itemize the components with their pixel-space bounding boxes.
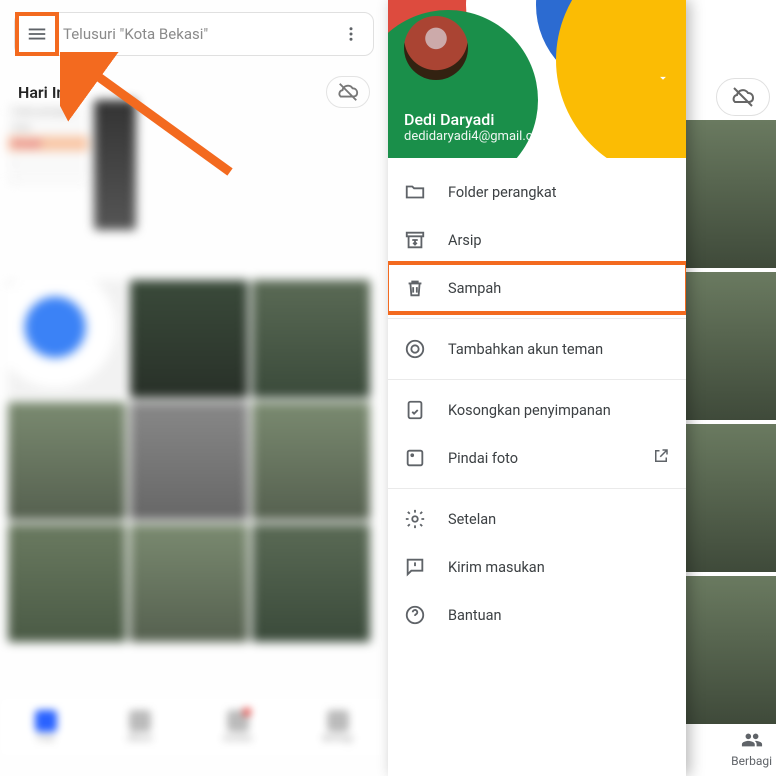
menu-free-up-space[interactable]: Kosongkan penyimpanan [388, 386, 686, 434]
menu-feedback[interactable]: Kirim masukan [388, 543, 686, 591]
blurred-grid: Folder perangkat Arsip Sampah ... ... [0, 100, 388, 696]
menu-add-partner[interactable]: Tambahkan akun teman [388, 325, 686, 373]
hamburger-highlight[interactable] [15, 12, 59, 56]
menu-label: Folder perangkat [448, 184, 557, 201]
folder-icon [404, 181, 426, 203]
nav-share[interactable]: Berbagi [322, 710, 353, 744]
menu-trash[interactable]: Sampah [388, 264, 686, 312]
menu-label: Sampah [448, 280, 501, 297]
left-screenshot: Telusuri "Kota Bekasi" Hari Ini Folder p… [0, 0, 388, 776]
archive-icon [404, 229, 426, 251]
avatar[interactable] [404, 16, 468, 80]
menu-icon [26, 23, 48, 45]
scan-icon [404, 447, 426, 469]
feedback-icon [404, 556, 426, 578]
menu-label: Pindai foto [448, 450, 518, 467]
nav-album[interactable]: Album [127, 710, 153, 744]
right-screenshot: Berbagi Dedi Daryadi dedidaryadi4@gmail.… [388, 0, 776, 776]
navigation-drawer: Dedi Daryadi dedidaryadi4@gmail.com Fold… [388, 0, 686, 776]
more-vert-icon [342, 25, 360, 43]
bottom-nav: Foto Album Asisten Berbagi [0, 698, 388, 756]
cloud-off-icon [731, 85, 755, 109]
nav-photos[interactable]: Foto [35, 710, 57, 744]
search-placeholder: Telusuri "Kota Bekasi" [63, 25, 339, 43]
right-background-strip: Berbagi [686, 0, 776, 776]
bottom-nav-share-right[interactable]: Berbagi [731, 729, 772, 768]
menu-label: Tambahkan akun teman [448, 341, 603, 358]
backup-off-button-right[interactable] [716, 78, 770, 116]
account-switcher[interactable] [656, 70, 670, 89]
menu-label: Arsip [448, 232, 482, 249]
menu-device-folders[interactable]: Folder perangkat [388, 168, 686, 216]
menu-help[interactable]: Bantuan [388, 591, 686, 639]
menu-label: Kirim masukan [448, 559, 545, 576]
search-bar[interactable]: Telusuri "Kota Bekasi" [14, 12, 374, 56]
help-icon [404, 604, 426, 626]
gear-icon [404, 508, 426, 530]
partner-icon [404, 338, 426, 360]
nav-assistant[interactable]: Asisten [223, 710, 253, 744]
storage-icon [404, 399, 426, 421]
account-email: dedidaryadi4@gmail.com [404, 129, 551, 144]
menu-photoscan[interactable]: Pindai foto [388, 434, 686, 482]
section-title-today: Hari Ini [18, 83, 70, 102]
drawer-header[interactable]: Dedi Daryadi dedidaryadi4@gmail.com [388, 0, 686, 158]
menu-label: Kosongkan penyimpanan [448, 402, 611, 419]
trash-icon [404, 277, 426, 299]
drawer-menu: Folder perangkat Arsip Sampah Tambahkan … [388, 158, 686, 776]
external-link-icon [652, 447, 670, 469]
menu-label: Setelan [448, 511, 496, 528]
menu-label: Bantuan [448, 607, 502, 624]
account-name: Dedi Daryadi [404, 110, 551, 129]
more-options-button[interactable] [339, 22, 363, 46]
people-icon [741, 729, 763, 751]
menu-settings[interactable]: Setelan [388, 495, 686, 543]
caret-down-icon [656, 71, 670, 85]
menu-archive[interactable]: Arsip [388, 216, 686, 264]
